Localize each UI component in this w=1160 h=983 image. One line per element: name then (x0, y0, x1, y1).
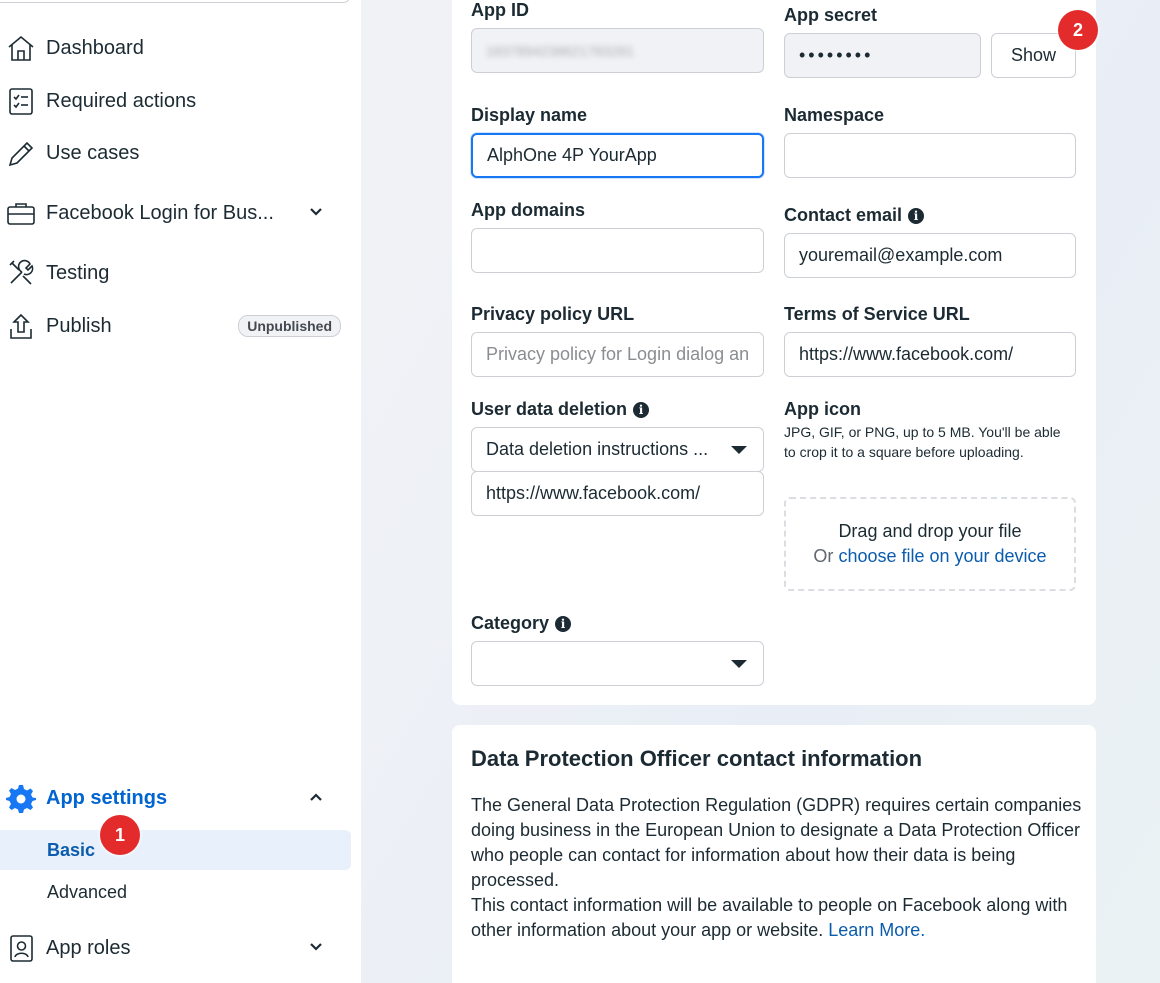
privacy-url-input[interactable]: Privacy policy for Login dialog an (471, 332, 764, 377)
app-secret-value: •••••••• (799, 45, 874, 65)
tos-url-value: https://www.facebook.com/ (799, 344, 1014, 364)
sidebar-subitem-label: Basic (47, 839, 96, 860)
app-icon-dropzone[interactable]: Drag and drop your file Or choose file o… (784, 497, 1076, 591)
contact-email-input[interactable]: youremail@example.com (784, 233, 1076, 278)
sidebar-item-label: Use cases (46, 141, 140, 164)
category-label: Category (471, 613, 550, 633)
dpo-title: Data Protection Officer contact informat… (471, 746, 923, 771)
data-deletion-select-value: Data deletion instructions ... (486, 439, 709, 459)
contact-email-value: youremail@example.com (799, 245, 1003, 265)
dpo-paragraph-2-wrap: This contact information will be availab… (471, 893, 1086, 943)
sidebar: Dashboard Required actions Use cases Fac… (0, 0, 361, 983)
main-content: App ID 1837894238621783281 App secret ••… (361, 0, 1160, 983)
sidebar-item-app-roles[interactable]: App roles (0, 925, 351, 971)
category-select[interactable] (471, 641, 764, 686)
app-domains-label: App domains (471, 200, 586, 220)
app-secret-label: App secret (784, 5, 878, 25)
dropzone-subtitle: Or choose file on your device (813, 544, 1046, 569)
sidebar-item-label: App settings (46, 786, 168, 809)
home-icon (0, 28, 46, 68)
privacy-url-label: Privacy policy URL (471, 304, 635, 324)
step-marker-2: 2 (1058, 10, 1098, 50)
sidebar-item-publish[interactable]: Publish Unpublished (0, 303, 351, 349)
sidebar-item-testing[interactable]: Testing (0, 250, 351, 296)
tos-url-input[interactable]: https://www.facebook.com/ (784, 332, 1076, 377)
step-marker-1: 1 (100, 815, 140, 855)
chevron-down-icon[interactable] (307, 938, 325, 956)
info-icon[interactable]: i (633, 401, 650, 418)
app-id-value: 1837894238621783281 (486, 42, 634, 59)
dpo-paragraph-2: This contact information will be availab… (471, 895, 1068, 940)
info-icon[interactable]: i (908, 207, 925, 224)
status-badge: Unpublished (238, 315, 341, 337)
sidebar-top-card (0, 0, 350, 3)
user-data-deletion-label-row: User data deletion i (471, 399, 650, 420)
upload-icon (0, 306, 46, 346)
namespace-label: Namespace (784, 105, 885, 125)
contact-email-label-row: Contact email i (784, 205, 925, 226)
sidebar-subitem-advanced[interactable]: Advanced (0, 872, 351, 912)
sidebar-item-label: Publish (46, 314, 112, 337)
chevron-down-icon[interactable] (307, 203, 325, 221)
dropzone-title: Drag and drop your file (838, 521, 1022, 541)
gear-icon (0, 778, 46, 818)
sidebar-item-label: Facebook Login for Bus... (46, 201, 274, 224)
sidebar-item-app-settings[interactable]: App settings (0, 775, 351, 821)
contact-email-label: Contact email (784, 205, 903, 225)
display-name-input[interactable]: AlphOne 4P YourApp (471, 133, 764, 178)
sidebar-item-label: Testing (46, 261, 110, 284)
choose-file-link[interactable]: choose file on your device (838, 546, 1046, 566)
app-icon-label: App icon (784, 399, 861, 419)
caret-down-icon (731, 446, 747, 454)
display-name-label: Display name (471, 105, 588, 125)
sidebar-subitem-label: Advanced (47, 881, 128, 902)
learn-more-link[interactable]: Learn More. (828, 920, 925, 940)
data-deletion-url-value: https://www.facebook.com/ (486, 483, 701, 503)
privacy-url-placeholder: Privacy policy for Login dialog an (486, 344, 750, 364)
chevron-up-icon[interactable] (307, 788, 325, 806)
dropzone-or: Or (813, 546, 834, 566)
data-deletion-select[interactable]: Data deletion instructions ... (471, 427, 764, 472)
namespace-input[interactable] (784, 133, 1076, 178)
sidebar-item-use-cases[interactable]: Use cases (0, 130, 351, 176)
tools-icon (0, 253, 46, 293)
app-icon-help: JPG, GIF, or PNG, up to 5 MB. You'll be … (784, 424, 1061, 460)
app-id-field[interactable]: 1837894238621783281 (471, 28, 764, 73)
app-domains-input[interactable] (471, 228, 764, 273)
caret-down-icon (731, 660, 747, 668)
dpo-card: Data Protection Officer contact informat… (452, 725, 1096, 983)
sidebar-item-label: Required actions (46, 89, 197, 112)
display-name-value: AlphOne 4P YourApp (487, 145, 657, 165)
data-deletion-url-input[interactable]: https://www.facebook.com/ (471, 471, 764, 516)
info-icon[interactable]: i (555, 615, 572, 632)
basic-settings-card: App ID 1837894238621783281 App secret ••… (452, 0, 1098, 705)
checklist-icon (0, 81, 46, 121)
sidebar-item-required-actions[interactable]: Required actions (0, 78, 351, 124)
sidebar-subitem-basic[interactable]: Basic (0, 830, 351, 870)
pencil-icon (0, 133, 46, 173)
tos-url-label: Terms of Service URL (784, 304, 970, 324)
sidebar-item-dashboard[interactable]: Dashboard (0, 25, 351, 71)
category-label-row: Category i (471, 613, 572, 634)
sidebar-item-label: App roles (46, 936, 131, 959)
user-data-deletion-label: User data deletion (471, 399, 628, 419)
app-secret-field[interactable]: •••••••• (784, 33, 981, 78)
app-id-label: App ID (471, 0, 529, 20)
dpo-paragraph-1: The General Data Protection Regulation (… (471, 795, 1082, 890)
sidebar-item-label: Dashboard (46, 36, 144, 59)
sidebar-item-facebook-login[interactable]: Facebook Login for Bus... (0, 190, 351, 236)
id-badge-icon (0, 928, 46, 968)
briefcase-icon (0, 193, 46, 233)
